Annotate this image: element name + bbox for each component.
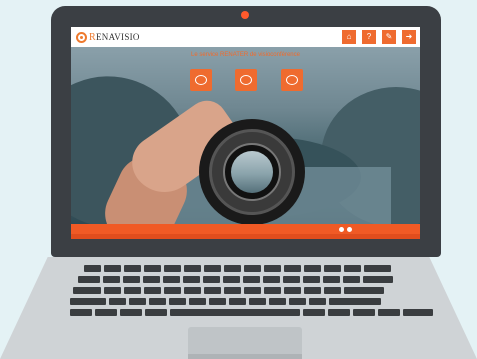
site-header: RENAVISIO ⌂ ? ✎ ➜: [71, 27, 420, 47]
login-button[interactable]: ➜: [402, 30, 416, 44]
home-icon: ⌂: [346, 32, 352, 41]
camera-icon: [286, 75, 298, 85]
footer-bottom-bar: [71, 234, 420, 239]
feature-tile-2[interactable]: [226, 69, 266, 93]
tools-button[interactable]: ✎: [382, 30, 396, 44]
social-links: [339, 227, 352, 232]
site-footer: [71, 224, 420, 239]
home-button[interactable]: ⌂: [342, 30, 356, 44]
keyboard: [70, 265, 433, 323]
twitter-icon[interactable]: [347, 227, 352, 232]
logo-text: RENAVISIO: [89, 31, 140, 43]
feature-tile-3[interactable]: [272, 69, 312, 93]
renavisio-logo[interactable]: RENAVISIO: [76, 30, 140, 44]
help-icon: ?: [366, 32, 372, 41]
feature-tile-1[interactable]: [181, 69, 221, 93]
tools-icon: ✎: [385, 32, 393, 41]
logo-mark-icon: [76, 31, 87, 43]
hero-title: Le service RENATER de visioconférence: [191, 52, 300, 58]
login-icon: ➜: [405, 32, 413, 41]
header-nav: ⌂ ? ✎ ➜: [342, 30, 416, 44]
facebook-icon[interactable]: [339, 227, 344, 232]
trackpad: [188, 327, 302, 356]
laptop-screen: RENAVISIO ⌂ ? ✎ ➜ Le service RENATER de …: [71, 27, 420, 239]
hero-banner: Le service RENATER de visioconférence: [71, 47, 420, 224]
camera-icon: [240, 75, 252, 85]
help-button[interactable]: ?: [362, 30, 376, 44]
webcam-icon: [241, 11, 249, 19]
camera-icon: [195, 75, 207, 85]
